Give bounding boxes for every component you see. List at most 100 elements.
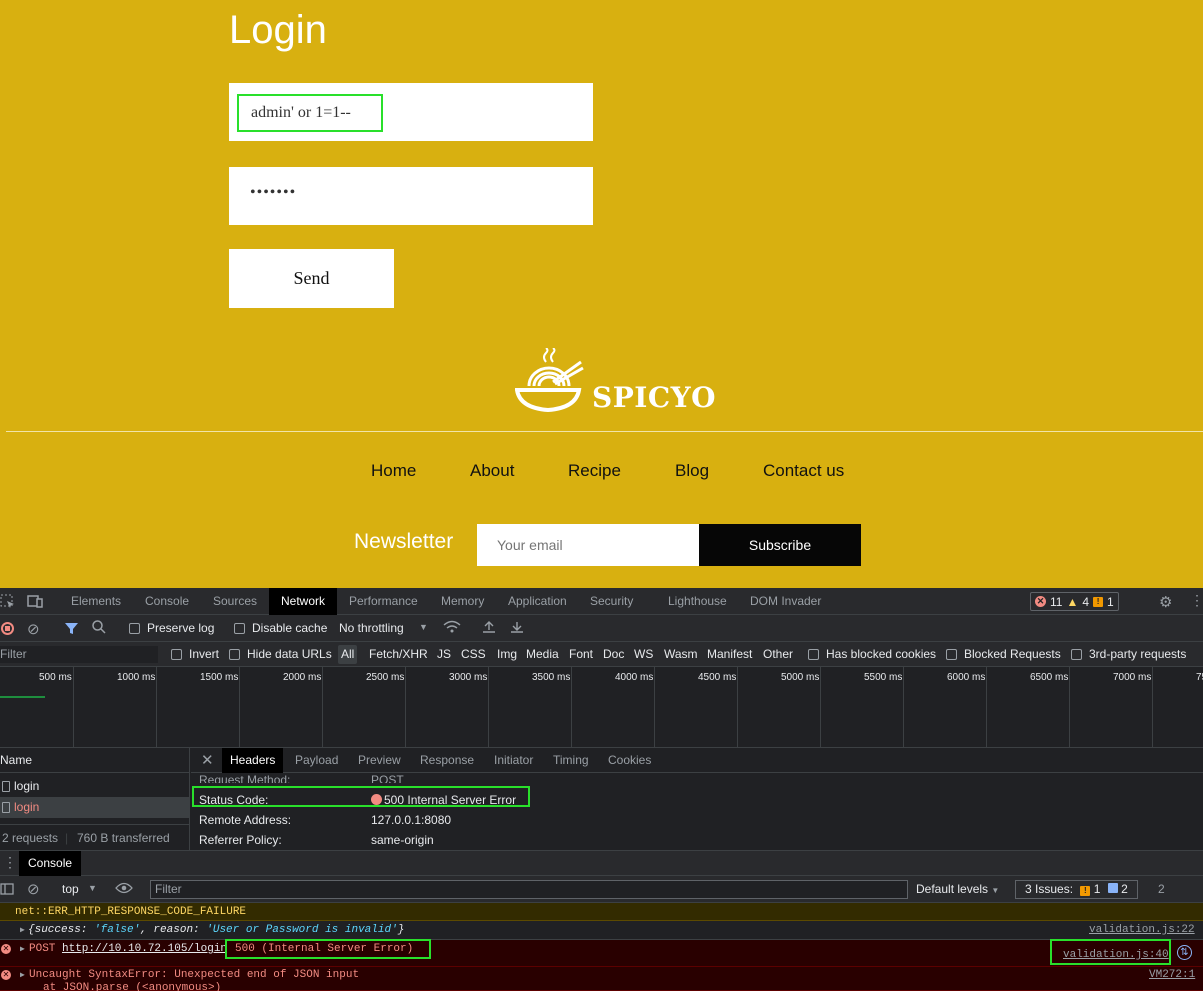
error-icon: ✕ [1, 970, 11, 980]
filter-type-manifest[interactable]: Manifest [707, 642, 752, 667]
search-icon[interactable] [92, 620, 106, 637]
name-column-header[interactable]: Name [0, 748, 190, 773]
filter-type-media[interactable]: Media [526, 642, 559, 667]
tab-lighthouse[interactable]: Lighthouse [668, 588, 727, 615]
invert-checkbox[interactable] [171, 649, 182, 660]
network-timeline-overview[interactable]: 500 ms 1000 ms 1500 ms 2000 ms 2500 ms 3… [0, 667, 1203, 790]
filter-type-doc[interactable]: Doc [603, 642, 624, 667]
console-warning-message: net::ERR_HTTP_RESPONSE_CODE_FAILURE [0, 903, 1203, 921]
tab-cookies[interactable]: Cookies [608, 748, 651, 773]
throttling-select[interactable]: No throttling [339, 615, 404, 642]
live-expression-eye-icon[interactable] [115, 882, 133, 897]
chevron-down-icon[interactable]: ▼ [419, 622, 428, 632]
log-reason-key: , reason: [140, 924, 207, 936]
error-url-link[interactable]: http://10.10.72.105/login [62, 943, 227, 955]
timeline-gridline [1069, 667, 1070, 748]
export-har-icon[interactable] [510, 620, 524, 637]
preserve-log-checkbox[interactable] [129, 623, 140, 634]
log-levels-select[interactable]: Default levels ▼ [916, 876, 999, 903]
request-name: login [14, 800, 40, 814]
device-toolbar-icon[interactable] [27, 594, 43, 612]
tab-dom-invader[interactable]: DOM Invader [750, 588, 821, 615]
tab-network[interactable]: Network [269, 588, 338, 615]
tab-preview[interactable]: Preview [358, 748, 401, 773]
filter-type-wasm[interactable]: Wasm [664, 642, 698, 667]
nav-blog-link[interactable]: Blog [675, 461, 709, 481]
console-filter-input[interactable]: Filter [150, 880, 908, 899]
password-input[interactable]: ••••••• [229, 167, 593, 225]
subscribe-button[interactable]: Subscribe [699, 524, 861, 566]
tab-performance[interactable]: Performance [349, 588, 418, 615]
timeline-gridline [488, 667, 489, 748]
tab-security[interactable]: Security [590, 588, 633, 615]
drawer-menu-icon[interactable]: ⋮ [3, 854, 17, 871]
log-object[interactable]: {success: 'false', reason: 'User or Pass… [28, 921, 404, 940]
more-options-icon[interactable]: ⋮ [1190, 592, 1203, 609]
sidebar-toggle-icon[interactable] [0, 882, 14, 899]
request-bar [0, 696, 45, 698]
filter-type-ws[interactable]: WS [634, 642, 653, 667]
inspect-element-icon[interactable] [0, 594, 15, 612]
blocked-cookies-checkbox[interactable] [808, 649, 819, 660]
tab-initiator[interactable]: Initiator [494, 748, 533, 773]
filter-type-js[interactable]: JS [437, 642, 451, 667]
third-party-checkbox[interactable] [1071, 649, 1082, 660]
filter-type-all[interactable]: All [338, 645, 358, 664]
record-stop-icon[interactable] [1, 622, 14, 635]
third-party-label: 3rd-party requests [1089, 647, 1187, 661]
expand-triangle-icon[interactable]: ▶ [20, 970, 25, 980]
request-row-selected[interactable]: login [0, 797, 190, 818]
tab-console[interactable]: Console [145, 588, 189, 615]
network-conditions-icon[interactable] [443, 620, 461, 637]
filter-type-img[interactable]: Img [497, 642, 517, 667]
tab-timing[interactable]: Timing [553, 748, 589, 773]
filter-type-fetch[interactable]: Fetch/XHR [369, 642, 428, 667]
tab-elements[interactable]: Elements [71, 588, 121, 615]
nav-home-link[interactable]: Home [371, 461, 416, 481]
settings-gear-icon[interactable]: ⚙ [1159, 593, 1172, 611]
tab-response[interactable]: Response [420, 748, 474, 773]
newsletter-label: Newsletter [354, 530, 454, 553]
newsletter-email-input[interactable] [477, 524, 699, 566]
expand-triangle-icon[interactable]: ▶ [20, 944, 25, 954]
filter-type-other[interactable]: Other [763, 642, 793, 667]
network-filter-input[interactable]: Filter [0, 646, 158, 663]
error-text: Uncaught SyntaxError: Unexpected end of … [29, 969, 360, 981]
tab-payload[interactable]: Payload [295, 748, 338, 773]
blocked-requests-checkbox[interactable] [946, 649, 957, 660]
chevron-down-icon[interactable]: ▼ [88, 883, 97, 893]
tick-label: 75 [1196, 672, 1203, 683]
request-row[interactable]: login [0, 776, 190, 797]
tab-memory[interactable]: Memory [441, 588, 484, 615]
expand-triangle-icon[interactable]: ▶ [20, 921, 25, 940]
nav-recipe-link[interactable]: Recipe [568, 461, 621, 481]
clear-icon[interactable]: ⊘ [27, 620, 40, 638]
clear-console-icon[interactable]: ⊘ [27, 880, 40, 898]
source-link[interactable]: validation.js:22 [1089, 921, 1195, 940]
import-har-icon[interactable] [482, 620, 496, 637]
source-highlight-box [1050, 939, 1171, 965]
timeline-gridline [571, 667, 572, 748]
context-select[interactable]: top [62, 876, 79, 903]
filter-type-font[interactable]: Font [569, 642, 593, 667]
devtools-tabbar: Elements Console Sources Network Perform… [0, 588, 1203, 615]
source-link[interactable]: VM272:1 [1149, 969, 1195, 981]
log-object-open: {success: [28, 924, 95, 936]
error-warning-counter[interactable]: ✕ 11 ▲ 4 ! 1 [1030, 592, 1119, 611]
hide-data-urls-checkbox[interactable] [229, 649, 240, 660]
disable-cache-label: Disable cache [252, 621, 328, 635]
close-icon[interactable]: ✕ [201, 751, 214, 769]
filter-type-css[interactable]: CSS [461, 642, 486, 667]
tab-headers[interactable]: Headers [222, 748, 284, 773]
send-button[interactable]: Send [229, 249, 394, 308]
filter-funnel-icon[interactable] [65, 622, 78, 638]
disable-cache-checkbox[interactable] [234, 623, 245, 634]
tab-application[interactable]: Application [508, 588, 567, 615]
nav-contact-link[interactable]: Contact us [763, 461, 844, 481]
timeline-gridline [239, 667, 240, 748]
tab-sources[interactable]: Sources [213, 588, 257, 615]
issues-counter[interactable]: 3 Issues: ! 1 2 [1015, 880, 1138, 899]
tab-console-drawer[interactable]: Console [19, 851, 82, 876]
nav-about-link[interactable]: About [470, 461, 514, 481]
network-panel-link-icon[interactable]: ⇅ [1177, 945, 1192, 960]
